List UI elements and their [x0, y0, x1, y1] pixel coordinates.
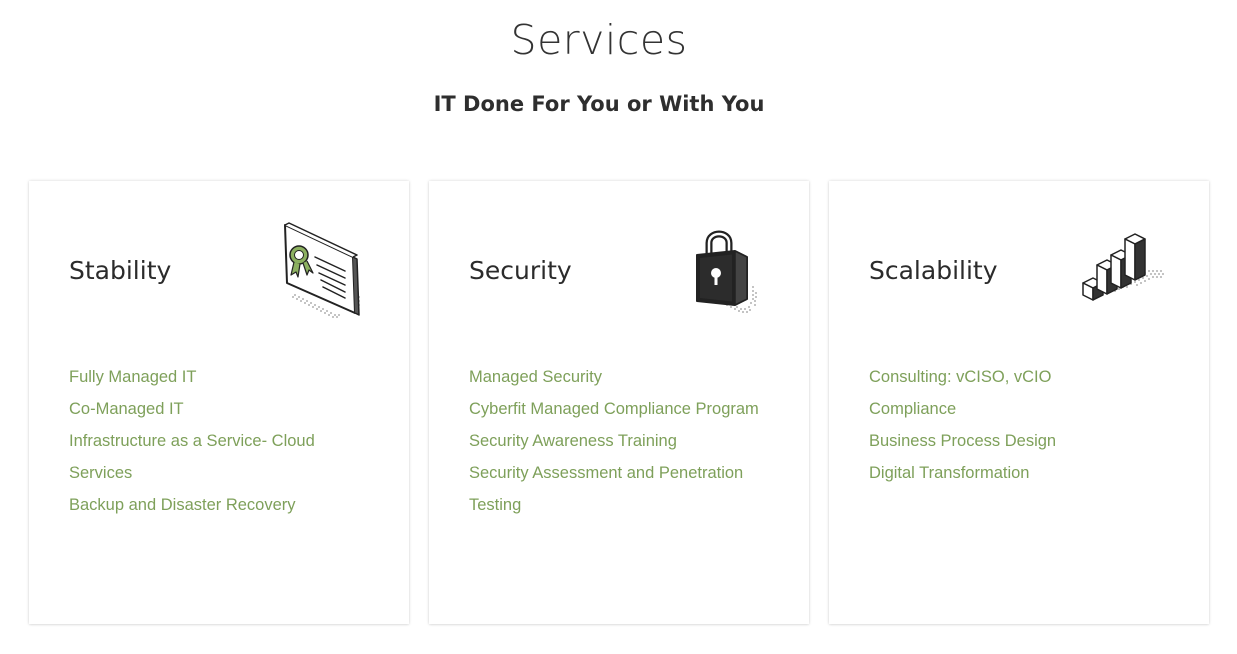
- stability-link-list: Fully Managed IT Co-Managed IT Infrastru…: [69, 361, 369, 521]
- list-item[interactable]: Security Assessment and Penetration Test…: [469, 457, 769, 521]
- card-title: Security: [469, 256, 572, 285]
- list-item[interactable]: Security Awareness Training: [469, 425, 769, 457]
- padlock-icon: [681, 217, 781, 327]
- list-item[interactable]: Digital Transformation: [869, 457, 1169, 489]
- link-cyberfit-compliance[interactable]: Cyberfit Managed Compliance Program: [469, 400, 759, 418]
- list-item[interactable]: Consulting: vCISO, vCIO: [869, 361, 1169, 393]
- list-item[interactable]: Fully Managed IT: [69, 361, 369, 393]
- link-security-assessment-pen-testing[interactable]: Security Assessment and Penetration Test…: [469, 464, 743, 514]
- link-co-managed-it[interactable]: Co-Managed IT: [69, 400, 184, 418]
- link-fully-managed-it[interactable]: Fully Managed IT: [69, 368, 196, 386]
- card-security: Security Managed Security Cyberfit Manag…: [429, 181, 809, 624]
- link-consulting-vciso-vcio[interactable]: Consulting: vCISO, vCIO: [869, 368, 1051, 386]
- list-item[interactable]: Backup and Disaster Recovery: [69, 489, 369, 521]
- link-iaas-cloud-services[interactable]: Infrastructure as a Service- Cloud Servi…: [69, 432, 315, 482]
- link-compliance[interactable]: Compliance: [869, 400, 956, 418]
- list-item[interactable]: Infrastructure as a Service- Cloud Servi…: [69, 425, 369, 489]
- services-cards: Stability Fully Managed IT Co-Managed IT…: [29, 181, 1210, 624]
- link-digital-transformation[interactable]: Digital Transformation: [869, 464, 1029, 482]
- card-title: Scalability: [869, 256, 998, 285]
- list-item[interactable]: Co-Managed IT: [69, 393, 369, 425]
- page-title: Services: [510, 16, 688, 64]
- certificate-icon: [273, 217, 373, 327]
- card-scalability: Scalability Consulting: vCISO, vCIO Comp…: [829, 181, 1209, 624]
- link-backup-disaster-recovery[interactable]: Backup and Disaster Recovery: [69, 496, 296, 514]
- card-title: Stability: [69, 256, 172, 285]
- list-item[interactable]: Business Process Design: [869, 425, 1169, 457]
- security-link-list: Managed Security Cyberfit Managed Compli…: [469, 361, 769, 521]
- link-security-awareness-training[interactable]: Security Awareness Training: [469, 432, 677, 450]
- page-subtitle: IT Done For You or With You: [433, 92, 765, 116]
- list-item[interactable]: Managed Security: [469, 361, 769, 393]
- scalability-link-list: Consulting: vCISO, vCIO Compliance Busin…: [869, 361, 1169, 489]
- link-business-process-design[interactable]: Business Process Design: [869, 432, 1056, 450]
- card-stability: Stability Fully Managed IT Co-Managed IT…: [29, 181, 409, 624]
- link-managed-security[interactable]: Managed Security: [469, 368, 602, 386]
- list-item[interactable]: Cyberfit Managed Compliance Program: [469, 393, 769, 425]
- list-item[interactable]: Compliance: [869, 393, 1169, 425]
- growth-bars-icon: [1079, 217, 1179, 327]
